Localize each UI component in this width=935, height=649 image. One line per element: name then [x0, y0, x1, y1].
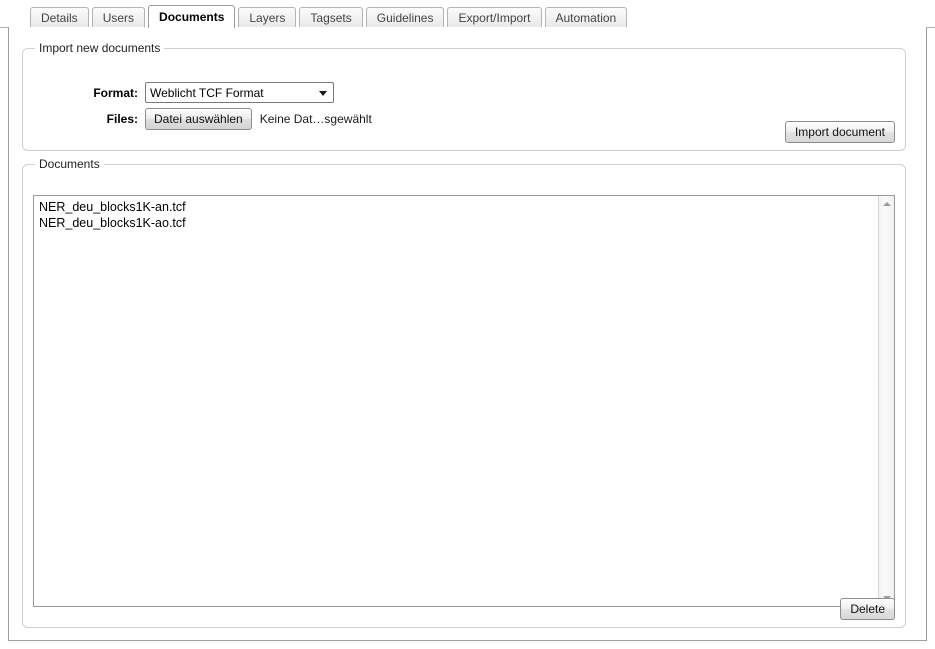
tab-label: Users [103, 11, 134, 25]
tab-label: Details [41, 11, 78, 25]
tab-layers[interactable]: Layers [238, 7, 296, 28]
choose-file-button[interactable]: Datei auswählen [145, 108, 252, 130]
tab-automation[interactable]: Automation [545, 7, 628, 28]
import-document-button[interactable]: Import document [785, 121, 895, 143]
tab-strip: Details Users Documents Layers Tagsets G… [30, 5, 627, 28]
format-label: Format: [33, 86, 145, 100]
tab-label: Export/Import [458, 11, 530, 25]
documents-group-legend: Documents [35, 157, 104, 171]
documents-list: NER_deu_blocks1K-an.tcf NER_deu_blocks1K… [34, 196, 878, 606]
format-select[interactable]: Weblicht TCF Format [145, 82, 334, 103]
tab-label: Documents [159, 10, 224, 24]
tab-details[interactable]: Details [30, 7, 89, 28]
delete-button[interactable]: Delete [840, 598, 895, 620]
list-item[interactable]: NER_deu_blocks1K-ao.tcf [37, 215, 878, 231]
tab-documents[interactable]: Documents [148, 5, 235, 28]
scrollbar-track[interactable] [879, 212, 894, 590]
scroll-up-arrow-icon[interactable] [879, 196, 894, 212]
file-selection-status: Keine Dat…sgewählt [260, 112, 372, 126]
documents-list-scrollbar[interactable] [878, 196, 894, 606]
tab-label: Guidelines [377, 11, 434, 25]
import-new-documents-group: Import new documents Format: Weblicht TC… [22, 41, 906, 151]
tab-tagsets[interactable]: Tagsets [299, 7, 362, 28]
tab-label: Layers [249, 11, 285, 25]
tab-export-import[interactable]: Export/Import [447, 7, 541, 28]
list-item[interactable]: NER_deu_blocks1K-an.tcf [37, 199, 878, 215]
tab-bar: Details Users Documents Layers Tagsets G… [0, 0, 935, 28]
files-row: Files: Datei auswählen Keine Dat…sgewähl… [33, 108, 372, 130]
tab-guidelines[interactable]: Guidelines [366, 7, 445, 28]
tab-label: Tagsets [310, 11, 351, 25]
tab-label: Automation [556, 11, 617, 25]
tab-users[interactable]: Users [92, 7, 145, 28]
files-label: Files: [33, 112, 145, 126]
documents-listbox[interactable]: NER_deu_blocks1K-an.tcf NER_deu_blocks1K… [33, 195, 895, 607]
format-row: Format: Weblicht TCF Format [33, 82, 334, 103]
tab-content-panel: Import new documents Format: Weblicht TC… [8, 27, 927, 641]
format-select-wrap: Weblicht TCF Format [145, 82, 334, 103]
import-group-legend: Import new documents [35, 41, 164, 55]
documents-group: Documents NER_deu_blocks1K-an.tcf NER_de… [22, 157, 906, 628]
